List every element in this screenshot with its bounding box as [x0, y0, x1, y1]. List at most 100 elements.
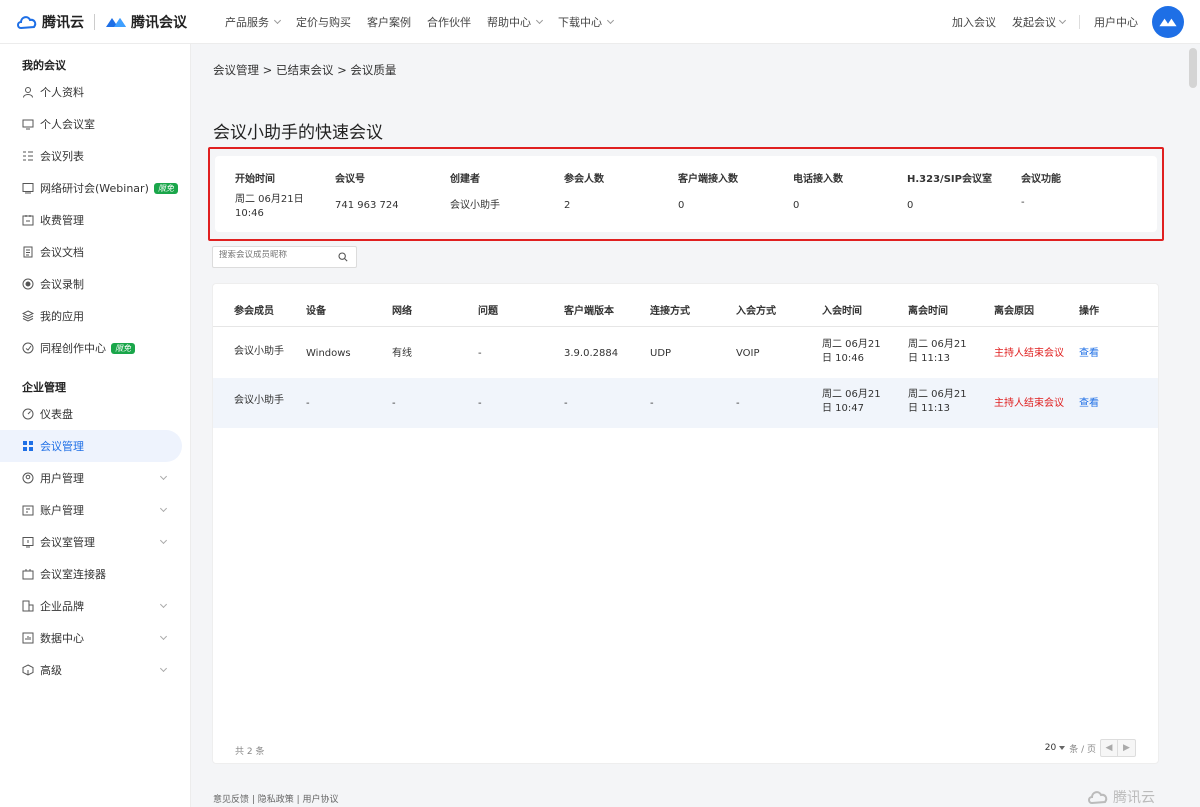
nav-products[interactable]: 产品服务: [217, 14, 288, 30]
join-meeting-link[interactable]: 加入会议: [944, 14, 1004, 30]
info-header-start-time: 开始时间: [235, 174, 275, 185]
sidebar-item-label: 会议文档: [40, 246, 84, 259]
nav-cases-label: 客户案例: [367, 15, 411, 29]
prev-page-icon[interactable]: ◀: [1101, 740, 1118, 756]
footer-brand: 腾讯云: [1113, 790, 1155, 806]
start-meeting-menu[interactable]: 发起会议: [1004, 14, 1073, 30]
cell-leave-time: 周二 06月21 日 11:13: [908, 339, 967, 364]
sidebar-item-apps[interactable]: 我的应用: [0, 300, 190, 332]
sidebar-item-label: 数据中心: [40, 632, 84, 645]
sidebar-item-meeting-management[interactable]: 会议管理: [0, 430, 182, 462]
page-buttons: ◀ ▶: [1100, 739, 1136, 757]
sidebar-item-create-center[interactable]: 同程创作中心 限免: [0, 332, 190, 364]
view-link[interactable]: 查看: [1079, 347, 1099, 361]
brand-tencent-meeting: 腾讯会议: [131, 14, 187, 31]
sidebar-item-label: 个人资料: [40, 86, 84, 99]
sidebar-item-label: 收费管理: [40, 214, 84, 227]
footer-links[interactable]: 意见反馈 | 隐私政策 | 用户协议: [213, 792, 339, 805]
users-icon: [22, 472, 34, 484]
sidebar-item-brand[interactable]: 企业品牌: [0, 590, 190, 622]
account-icon: [22, 504, 34, 516]
nav-products-label: 产品服务: [225, 15, 269, 29]
sidebar-item-label: 高级: [40, 664, 62, 677]
col-issue: 问题: [478, 306, 498, 317]
document-icon: [22, 246, 34, 258]
cell-member: 会议小助手: [234, 395, 284, 406]
chevron-down-icon: [159, 600, 168, 609]
sidebar-item-personal-room[interactable]: 个人会议室: [0, 108, 190, 140]
nav-cases[interactable]: 客户案例: [359, 14, 419, 30]
scrollbar[interactable]: [1189, 48, 1197, 88]
sidebar-item-meeting-list[interactable]: 会议列表: [0, 140, 190, 172]
page-title: 会议小助手的快速会议: [213, 123, 383, 143]
brand-icon: [22, 600, 34, 612]
sidebar-item-profile[interactable]: 个人资料: [0, 76, 190, 108]
nav-download-label: 下载中心: [558, 15, 602, 29]
section-title-enterprise: 企业管理: [22, 381, 66, 394]
per-page-label: 条 / 页: [1069, 744, 1096, 755]
info-client-count: 0: [678, 200, 685, 211]
cell-issue: -: [478, 348, 482, 359]
col-device: 设备: [306, 306, 326, 317]
member-search: [212, 246, 357, 268]
sidebar-item-room-connector[interactable]: 会议室连接器: [0, 558, 190, 590]
sidebar-item-advanced[interactable]: 高级: [0, 654, 190, 686]
sidebar-item-users[interactable]: 用户管理: [0, 462, 190, 494]
chevron-down-icon: [606, 16, 615, 24]
cell-member: 会议小助手: [234, 346, 284, 357]
free-badge: 限免: [111, 342, 135, 354]
sidebar-item-billing[interactable]: 收费管理: [0, 204, 190, 236]
breadcrumb[interactable]: 会议管理 > 已结束会议 > 会议质量: [213, 62, 396, 78]
sidebar-item-webinar[interactable]: 网络研讨会(Webinar) 限免: [0, 172, 190, 204]
sidebar-item-recording[interactable]: 会议录制: [0, 268, 190, 300]
sidebar-item-data-center[interactable]: 数据中心: [0, 622, 190, 654]
next-page-icon[interactable]: ▶: [1118, 740, 1135, 756]
nav-divider: [1079, 15, 1080, 29]
sidebar-item-label: 会议列表: [40, 150, 84, 163]
info-header-creator: 创建者: [450, 174, 480, 185]
info-features: -: [1021, 197, 1025, 208]
avatar[interactable]: [1152, 6, 1184, 38]
chevron-down-icon: [273, 16, 282, 24]
section-title-my-meetings: 我的会议: [22, 59, 66, 72]
cloud-logo-icon: [17, 15, 37, 29]
table-row: 会议小助手 - - - - - - 周二 06月21 日 10:47 周二 06…: [213, 378, 1158, 428]
cell-leave-reason: 主持人结束会议: [994, 398, 1064, 409]
brand-divider: [94, 13, 95, 30]
nav-help[interactable]: 帮助中心: [479, 14, 550, 30]
sidebar-item-account[interactable]: 账户管理: [0, 494, 190, 526]
col-connection: 连接方式: [650, 306, 690, 317]
nav-partners[interactable]: 合作伙伴: [419, 14, 479, 30]
nav-pricing-label: 定价与购买: [296, 15, 351, 29]
sidebar-item-label: 我的应用: [40, 310, 84, 323]
main-content: 会议管理 > 已结束会议 > 会议质量 会议小助手的快速会议 开始时间 会议号 …: [191, 44, 1200, 807]
search-icon[interactable]: [338, 252, 348, 262]
brand-tencent-cloud: 腾讯云: [42, 14, 84, 31]
view-link[interactable]: 查看: [1079, 397, 1099, 411]
cell-device: Windows: [306, 348, 351, 359]
nav-pricing[interactable]: 定价与购买: [288, 14, 359, 30]
sidebar-item-label: 账户管理: [40, 504, 84, 517]
tencent-meeting-logo[interactable]: 腾讯会议: [105, 12, 187, 32]
col-leave-time: 离会时间: [908, 306, 948, 317]
search-input[interactable]: [219, 250, 329, 260]
sidebar-item-dashboard[interactable]: 仪表盘: [0, 398, 190, 430]
sidebar-item-label: 用户管理: [40, 472, 84, 485]
table-header: 参会成员 设备 网络 问题 客户端版本 连接方式 入会方式 入会时间 离会时间 …: [213, 284, 1158, 327]
tencent-cloud-logo[interactable]: 腾讯云: [16, 12, 84, 32]
cell-join-method: VOIP: [736, 348, 760, 359]
start-meeting-label: 发起会议: [1012, 16, 1056, 29]
sidebar-item-room-management[interactable]: 会议室管理: [0, 526, 190, 558]
cloud-logo-icon: [1088, 791, 1108, 805]
room-manage-icon: [22, 536, 34, 548]
footer-logo: 腾讯云: [1087, 787, 1155, 807]
sidebar-item-documents[interactable]: 会议文档: [0, 236, 190, 268]
sidebar-item-label: 会议室连接器: [40, 568, 106, 581]
page-size-select[interactable]: 20: [1045, 743, 1066, 753]
sidebar: 我的会议 个人资料 个人会议室 会议列表 网络研讨会(Webinar) 限免 收…: [0, 44, 191, 807]
nav-download[interactable]: 下载中心: [550, 14, 621, 30]
info-creator: 会议小助手: [450, 200, 500, 211]
meeting-logo-icon: [106, 17, 126, 27]
user-center-link[interactable]: 用户中心: [1086, 14, 1146, 30]
info-header-meeting-id: 会议号: [335, 174, 365, 185]
